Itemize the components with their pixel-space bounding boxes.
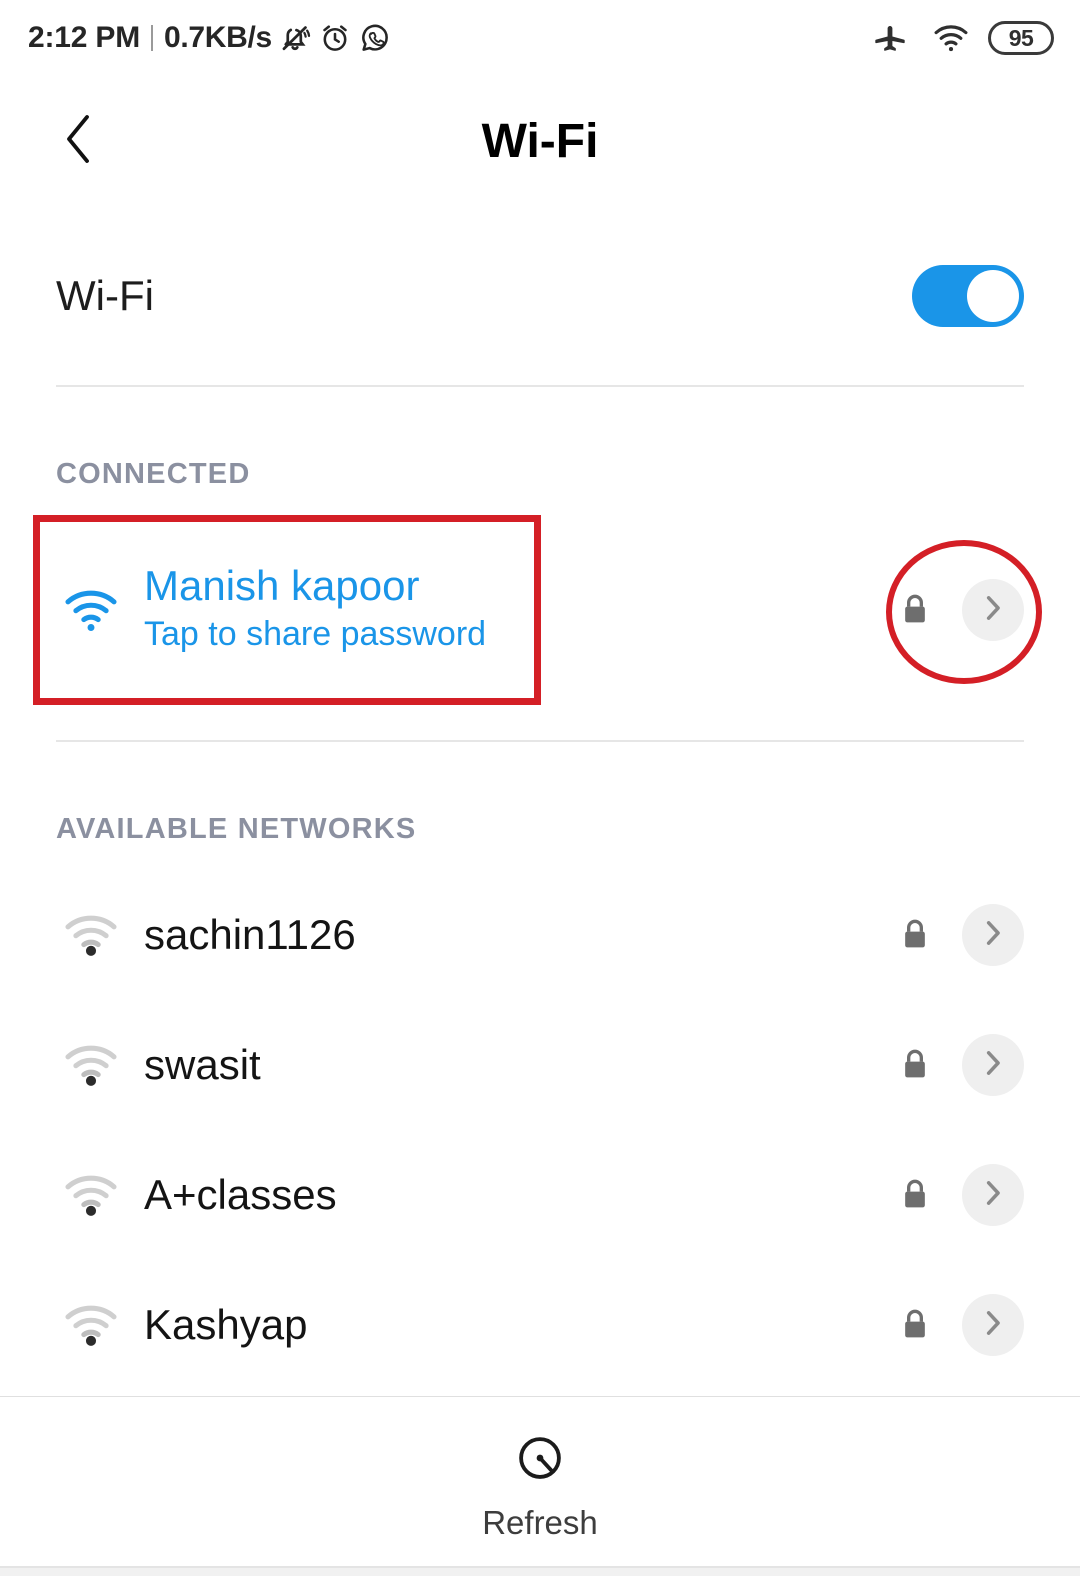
connected-network-text: Manish kapoor Tap to share password — [144, 564, 486, 655]
lock-icon — [892, 1175, 938, 1215]
chevron-right-icon — [980, 1177, 1006, 1214]
available-network-row-0[interactable]: sachin1126 — [0, 870, 1080, 1000]
available-network-controls-0 — [892, 904, 1080, 966]
status-network-speed: 0.7KB/s — [163, 21, 272, 54]
available-network-name-0: sachin1126 — [144, 910, 356, 958]
available-network-row-1[interactable]: swasit — [0, 1000, 1080, 1130]
available-network-text-3: Kashyap — [144, 1300, 308, 1348]
chevron-right-icon — [980, 1307, 1006, 1344]
status-separator — [150, 25, 153, 51]
available-network-name-1: swasit — [144, 1040, 261, 1088]
bottom-navigation-strip — [0, 1566, 1080, 1576]
available-network-text-2: A+classes — [144, 1170, 337, 1218]
available-network-row-3[interactable]: Kashyap — [0, 1260, 1080, 1390]
wifi-weak-icon — [56, 1171, 126, 1219]
available-network-details-button-2[interactable] — [962, 1164, 1024, 1226]
available-network-details-button-0[interactable] — [962, 904, 1024, 966]
chevron-right-icon — [980, 1047, 1006, 1084]
connected-network-row[interactable]: Manish kapoor Tap to share password — [0, 545, 1080, 675]
refresh-button[interactable]: Refresh — [0, 1397, 1080, 1576]
available-network-text-1: swasit — [144, 1040, 261, 1088]
wifi-toggle-row[interactable]: Wi-Fi — [0, 206, 1080, 386]
status-bar: 2:12 PM 0.7KB/s 95 — [0, 0, 1080, 76]
wifi-toggle-label: Wi-Fi — [56, 272, 154, 319]
wifi-full-icon — [56, 586, 126, 634]
wifi-weak-icon — [56, 1041, 126, 1089]
airplane-mode-icon — [872, 20, 908, 56]
refresh-label: Refresh — [482, 1504, 598, 1541]
lock-icon — [892, 1045, 938, 1085]
page-title: Wi-Fi — [481, 114, 599, 168]
connected-network-details-button[interactable] — [962, 579, 1024, 641]
available-network-name-3: Kashyap — [144, 1300, 308, 1348]
status-bar-right: 95 — [866, 19, 1054, 57]
available-network-controls-1 — [892, 1034, 1080, 1096]
available-network-controls-2 — [892, 1164, 1080, 1226]
wifi-toggle-knob — [967, 270, 1019, 322]
app-bar: Wi-Fi — [0, 76, 1080, 206]
available-network-controls-3 — [892, 1294, 1080, 1356]
alarm-clock-icon — [318, 21, 352, 55]
available-network-details-button-3[interactable] — [962, 1294, 1024, 1356]
connected-network-subtitle: Tap to share password — [144, 615, 487, 653]
lock-icon — [892, 915, 938, 955]
wifi-weak-icon — [56, 911, 126, 959]
available-network-name-2: A+classes — [144, 1170, 337, 1218]
available-network-details-button-1[interactable] — [962, 1034, 1024, 1096]
scan-refresh-icon — [513, 1431, 567, 1490]
chevron-right-icon — [980, 917, 1006, 954]
available-network-text-0: sachin1126 — [144, 910, 356, 958]
lock-icon — [892, 590, 938, 630]
chevron-right-icon — [980, 592, 1006, 629]
wifi-toggle-switch[interactable] — [912, 265, 1024, 327]
section-header-connected: CONNECTED — [56, 458, 251, 490]
lock-icon — [892, 1305, 938, 1345]
wifi-signal-icon — [932, 19, 970, 57]
divider-below-toggle — [56, 385, 1024, 387]
whatsapp-icon — [358, 21, 392, 55]
wifi-settings-screen: 2:12 PM 0.7KB/s 95 Wi-Fi Wi-Fi CONNECTED… — [0, 0, 1080, 1576]
status-bar-left: 2:12 PM 0.7KB/s — [28, 21, 392, 55]
wifi-weak-icon — [56, 1301, 126, 1349]
battery-level: 95 — [1008, 24, 1034, 51]
section-header-available: AVAILABLE NETWORKS — [56, 813, 417, 845]
battery-indicator: 95 — [988, 21, 1054, 55]
connected-network-detail-controls — [892, 579, 1080, 641]
connected-network-name: Manish kapoor — [144, 562, 420, 610]
divider-below-connected — [56, 740, 1024, 742]
mute-bell-icon — [278, 21, 312, 55]
available-network-row-2[interactable]: A+classes — [0, 1130, 1080, 1260]
status-time: 2:12 PM — [28, 21, 140, 54]
